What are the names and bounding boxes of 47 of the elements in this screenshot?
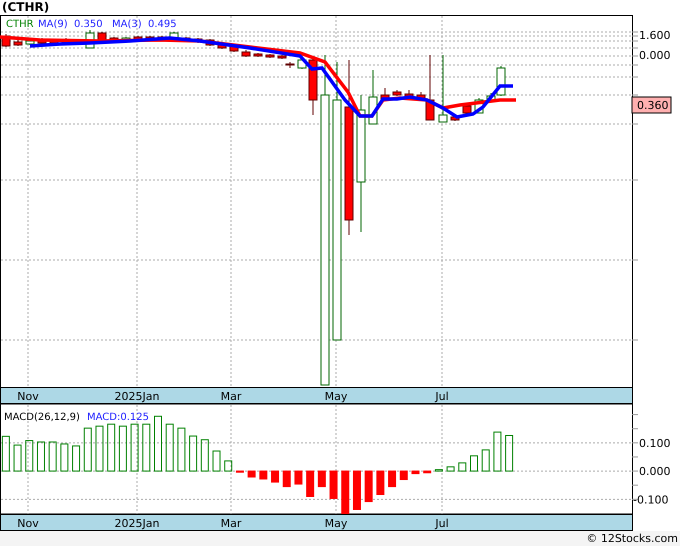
candlestick	[254, 52, 262, 58]
legend-label: MACD(26,12,9)	[4, 412, 80, 423]
candlestick	[404, 90, 414, 98]
axis-label: Jul	[435, 517, 449, 530]
axis-label: 1.600	[639, 29, 670, 42]
legend-label: 0.350	[74, 19, 103, 30]
candlestick	[392, 90, 402, 96]
legend-label: CTHR	[6, 19, 34, 30]
candlestick	[26, 38, 34, 46]
candlestick	[134, 36, 142, 40]
axis-label: 0.000	[639, 465, 670, 478]
legend-label: MA(3)	[112, 19, 142, 30]
axis-label: 2025Jan	[114, 517, 160, 530]
last-price-badge: 0.360	[632, 96, 672, 114]
axis-label: 0.100	[639, 436, 670, 450]
candlestick	[110, 36, 118, 42]
candlestick	[14, 40, 22, 46]
candlestick	[278, 54, 286, 60]
candlestick	[242, 50, 250, 58]
candlestick	[438, 54, 448, 122]
axis-label: 2025Jan	[114, 390, 160, 403]
candlestick	[266, 54, 274, 58]
candlestick	[122, 36, 130, 42]
axis-label: 0.000	[639, 49, 670, 62]
candlestick	[230, 44, 238, 52]
candlestick	[450, 114, 460, 122]
axis-label: -0.100	[633, 493, 668, 506]
candlestick	[308, 58, 318, 116]
axis-label: Mar	[220, 517, 242, 530]
chart-title: (CTHR)	[1, 0, 50, 15]
candlestick	[206, 38, 214, 46]
copyright-text: © 12Stocks.com	[586, 531, 678, 546]
axis-label: Jul	[435, 390, 449, 403]
candlestick	[368, 70, 378, 124]
axis-label: May	[324, 390, 348, 403]
candlestick	[462, 104, 472, 114]
candlestick	[146, 36, 154, 40]
candlestick	[218, 42, 226, 50]
axis-label: Nov	[17, 390, 39, 403]
axis-label: May	[324, 517, 348, 530]
legend-label: MACD:0.125	[87, 412, 149, 423]
legend-label: 0.495	[148, 19, 177, 30]
legend-label: MA(9)	[38, 19, 68, 30]
candlestick	[380, 88, 390, 100]
candlestick	[286, 62, 294, 68]
axis-label: Nov	[17, 517, 39, 530]
axis-label: Mar	[220, 390, 242, 403]
